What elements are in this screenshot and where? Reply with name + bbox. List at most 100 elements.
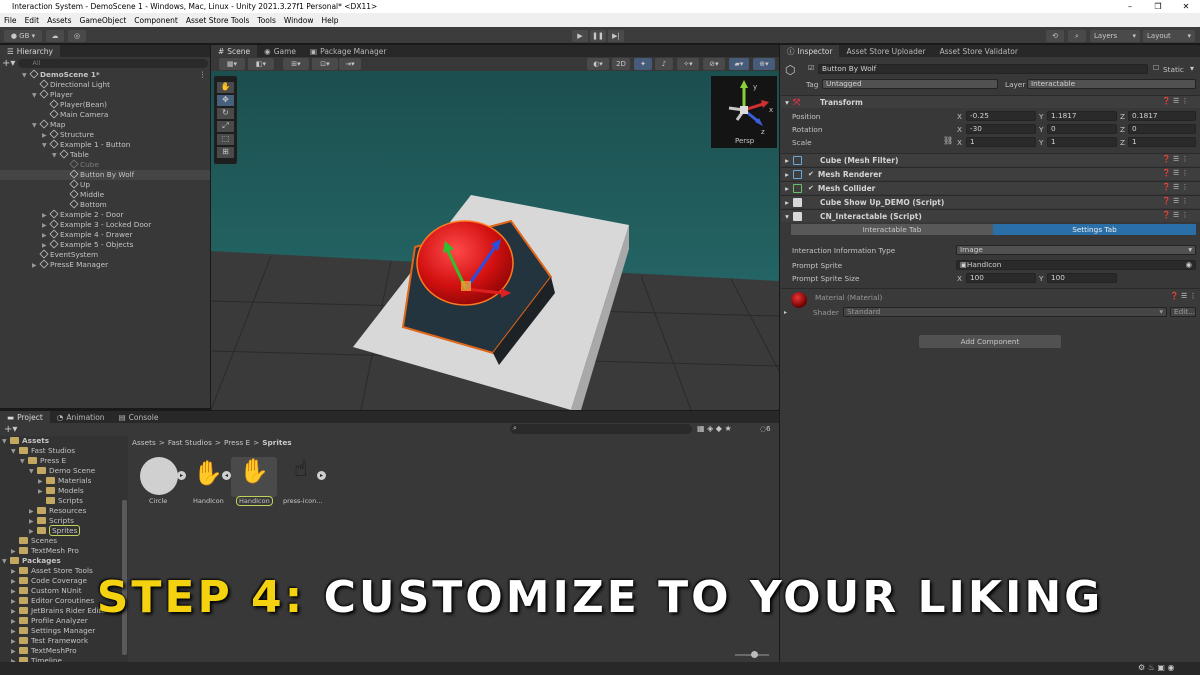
search-button[interactable]: ⌕: [1068, 30, 1086, 42]
tag-dropdown[interactable]: Untagged: [822, 79, 998, 89]
menu-help[interactable]: Help: [321, 16, 338, 25]
project-tree-item[interactable]: ▶ TextMesh Pro: [0, 546, 122, 556]
filter-icons[interactable]: ▦ ◈ ◆ ★: [697, 424, 732, 433]
slider-handle[interactable]: [751, 651, 758, 658]
cn-interactable-header[interactable]: ▾ CN_Interactable (Script): [781, 209, 1200, 222]
position-x-field[interactable]: -0.25: [966, 111, 1036, 121]
hierarchy-item[interactable]: ▶ PressE Manager: [0, 259, 210, 270]
hierarchy-item[interactable]: ▶ Example 4 - Drawer: [0, 229, 210, 240]
edit-shader-button[interactable]: Edit...: [1170, 307, 1196, 317]
increment-dropdown[interactable]: ⇥▾: [339, 58, 361, 70]
menu-gameobject[interactable]: GameObject: [80, 16, 127, 25]
shader-dropdown[interactable]: Standard ▾: [843, 307, 1167, 317]
sprite-size-y-field[interactable]: 100: [1047, 273, 1117, 283]
tab-inspector[interactable]: ⓘ Inspector: [780, 45, 840, 57]
tab-asset-store-validator[interactable]: Asset Store Validator: [933, 45, 1025, 57]
thumbnail-size-slider[interactable]: [735, 651, 769, 658]
hierarchy-item[interactable]: ▼ Map: [0, 119, 210, 130]
step-button[interactable]: ▶|: [608, 30, 624, 42]
hierarchy-item[interactable]: ▼ Player: [0, 89, 210, 100]
hierarchy-item[interactable]: ▶ Example 3 - Locked Door: [0, 219, 210, 230]
add-component-button[interactable]: Add Component: [919, 335, 1061, 348]
component-menu-icons[interactable]: ❓ ☰ ⋮: [1162, 183, 1188, 191]
project-tree-item[interactable]: ▶ Resources: [0, 506, 122, 516]
hierarchy-item[interactable]: Up: [0, 179, 210, 190]
gizmos-dropdown[interactable]: ⊕▾: [753, 58, 775, 70]
prompt-sprite-field[interactable]: ▣HandIcon ◉: [956, 260, 1196, 270]
minimize-button[interactable]: –: [1116, 0, 1144, 13]
layer-dropdown[interactable]: Interactable: [1027, 79, 1196, 89]
transform-header[interactable]: ▾ ⤧ Transform: [781, 95, 1200, 108]
close-button[interactable]: ✕: [1172, 0, 1200, 13]
grid-dropdown[interactable]: ⊞▾: [283, 58, 309, 70]
mesh-filter-header[interactable]: ▸ Cube (Mesh Filter): [781, 153, 1200, 166]
cube-show-up-header[interactable]: ▸ Cube Show Up_DEMO (Script): [781, 195, 1200, 208]
breadcrumb-assets[interactable]: Assets: [132, 438, 156, 447]
add-button[interactable]: +▾: [2, 58, 15, 69]
scene-gizmo[interactable]: y x z Persp: [711, 76, 777, 148]
hierarchy-item[interactable]: Directional Light: [0, 79, 210, 90]
camera-dropdown[interactable]: ▰▾: [729, 58, 749, 70]
hierarchy-item[interactable]: Middle: [0, 189, 210, 200]
material-help-icon[interactable]: ❓ ☰ ⋮: [1170, 292, 1196, 300]
settings-tab[interactable]: Settings Tab: [993, 224, 1196, 235]
project-tree-item[interactable]: ▶ Models: [0, 486, 122, 496]
component-menu-icons[interactable]: ❓ ☰ ⋮: [1162, 155, 1188, 163]
tab-asset-store-uploader[interactable]: Asset Store Uploader: [839, 45, 932, 57]
lighting-toggle[interactable]: ✦: [634, 58, 652, 70]
enabled-checkbox[interactable]: ✔: [808, 170, 814, 178]
object-name-field[interactable]: Button By Wolf: [818, 64, 1148, 74]
collapse-asset-icon[interactable]: ◂: [222, 471, 231, 480]
component-menu-icons[interactable]: ❓ ☰ ⋮: [1162, 97, 1188, 105]
project-tree-item[interactable]: ▼ Demo Scene: [0, 466, 122, 476]
rotate-tool[interactable]: ↻: [217, 108, 234, 119]
menu-assets[interactable]: Assets: [47, 16, 71, 25]
project-tree-item[interactable]: ▼ Assets: [0, 436, 122, 446]
transform-tool[interactable]: ⊞: [217, 147, 234, 158]
tab-hierarchy[interactable]: ☰ Hierarchy: [0, 45, 60, 57]
project-tree-item[interactable]: ▶ Test Framework: [0, 636, 122, 646]
pause-button[interactable]: ❚❚: [590, 30, 606, 42]
hierarchy-item[interactable]: ▶ Example 5 - Objects: [0, 239, 210, 250]
move-tool[interactable]: ✥: [217, 95, 234, 106]
sprite-size-x-field[interactable]: 100: [966, 273, 1036, 283]
mesh-renderer-header[interactable]: ▸ ✔ Mesh Renderer: [781, 167, 1200, 180]
collapse-arrow-icon[interactable]: ▸: [784, 309, 787, 316]
project-tree-item[interactable]: Scripts: [0, 496, 122, 506]
project-tree-item[interactable]: ▼ Press E: [0, 456, 122, 466]
asset-press-icon-thumb[interactable]: ☝: [286, 457, 316, 495]
hierarchy-item[interactable]: ▼ DemoScene 1* ⋮: [0, 69, 210, 80]
project-tree-item[interactable]: ▶ Settings Manager: [0, 626, 122, 636]
tab-project[interactable]: ▬ Project: [0, 411, 50, 423]
collab-button[interactable]: ◎: [68, 30, 86, 42]
project-tree-item[interactable]: Scenes: [0, 536, 122, 546]
hierarchy-item[interactable]: Main Camera: [0, 109, 210, 120]
snap-dropdown[interactable]: ⊡▾: [312, 58, 338, 70]
asset-handicon-thumb[interactable]: ✋: [190, 459, 226, 495]
tab-scene[interactable]: # Scene: [211, 45, 258, 57]
render-mode-dropdown[interactable]: ◧▾: [248, 58, 274, 70]
shading-dropdown[interactable]: ◐▾: [587, 58, 609, 70]
hand-tool[interactable]: ✋: [217, 82, 234, 93]
hierarchy-item[interactable]: ▶ Structure: [0, 129, 210, 140]
hidden-objects-toggle[interactable]: ⊘▾: [703, 58, 725, 70]
breadcrumb-fast-studios[interactable]: Fast Studios: [168, 438, 212, 447]
breadcrumb-sprites[interactable]: Sprites: [262, 438, 291, 447]
layers-dropdown[interactable]: Layers ▾: [1090, 30, 1140, 42]
static-checkbox[interactable]: ☐: [1153, 64, 1159, 72]
effects-dropdown[interactable]: ✧▾: [677, 58, 699, 70]
interactable-tab[interactable]: Interactable Tab: [791, 224, 993, 235]
position-y-field[interactable]: 1.1817: [1047, 111, 1117, 121]
hierarchy-item[interactable]: ▼ Table: [0, 149, 210, 160]
component-menu-icons[interactable]: ❓ ☰ ⋮: [1162, 211, 1188, 219]
hierarchy-item[interactable]: ▶ Example 2 - Door: [0, 209, 210, 220]
hidden-count-badge[interactable]: ◌6: [760, 425, 771, 433]
hierarchy-item[interactable]: ▼ Example 1 - Button: [0, 139, 210, 150]
maximize-button[interactable]: ❐: [1144, 0, 1172, 13]
project-tree-item[interactable]: ▶ Sprites: [0, 525, 122, 536]
scene-viewport[interactable]: [211, 71, 779, 410]
menu-file[interactable]: File: [4, 16, 17, 25]
expand-asset-icon[interactable]: ▸: [317, 471, 326, 480]
menu-asset-store-tools[interactable]: Asset Store Tools: [186, 16, 250, 25]
hierarchy-item[interactable]: Player(Bean): [0, 99, 210, 110]
